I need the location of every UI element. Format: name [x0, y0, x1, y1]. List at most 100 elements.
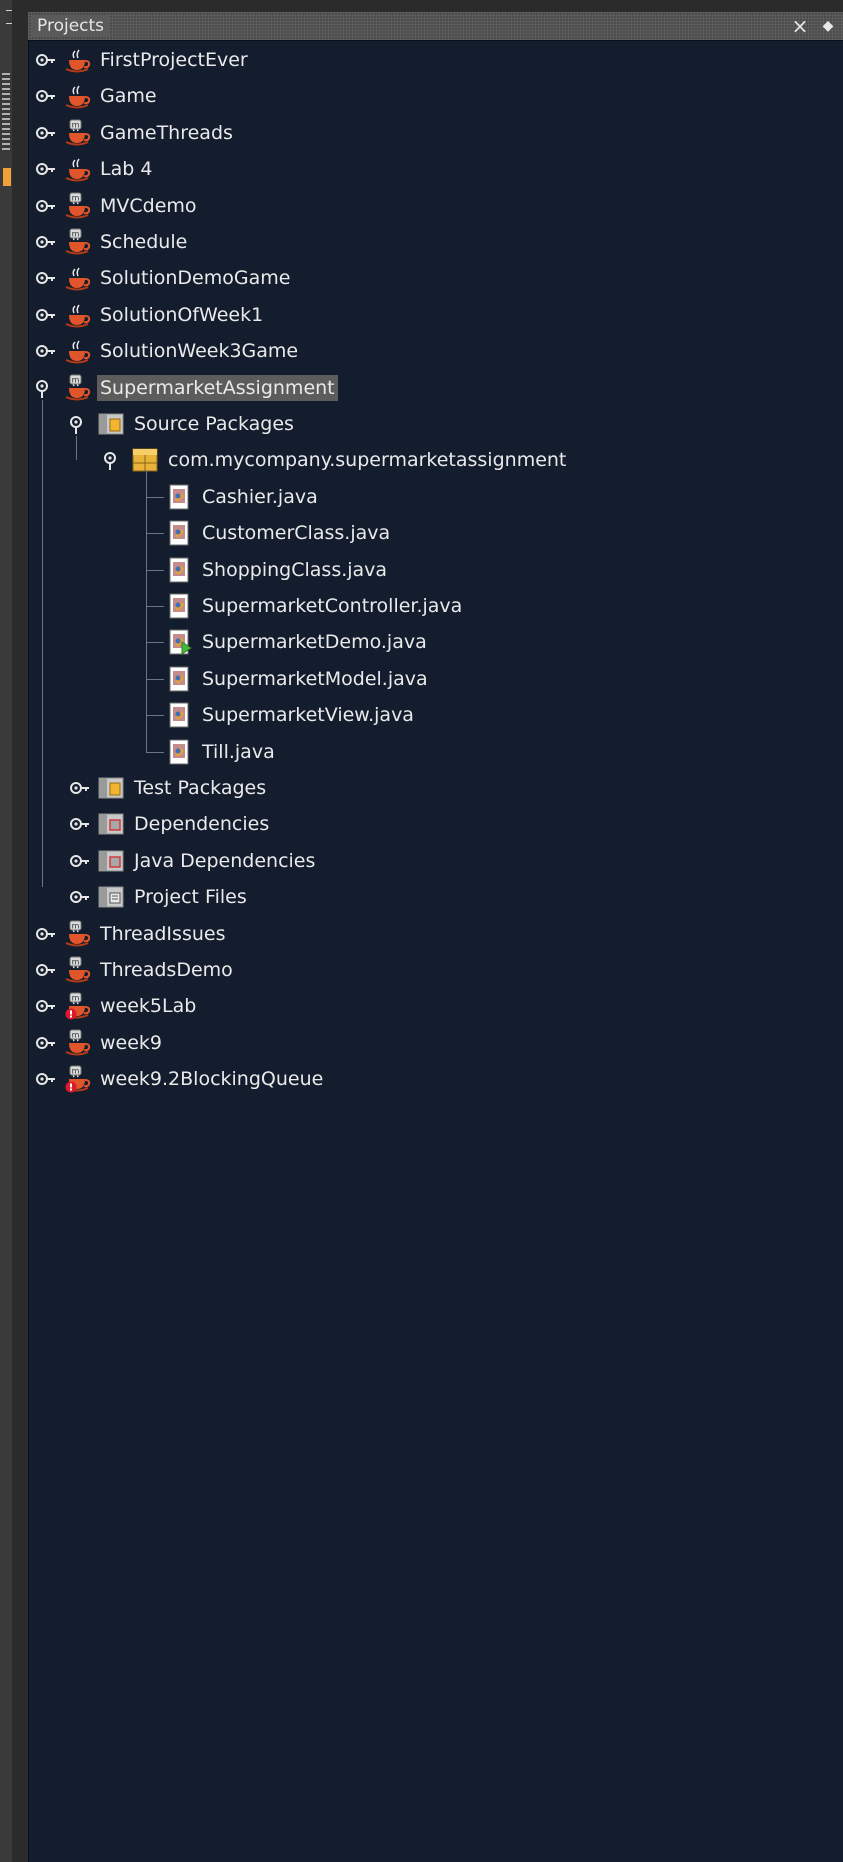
package-name: com.mycompany.supermarketassignment: [168, 449, 567, 472]
project-node[interactable]: m SupermarketAssignment: [28, 370, 843, 406]
project-name: Schedule: [100, 231, 188, 253]
java-file-icon: [165, 519, 193, 547]
project-subnode[interactable]: Java Dependencies: [28, 843, 843, 879]
collapse-node-icon[interactable]: [102, 450, 126, 471]
project-subnode[interactable]: Dependencies: [28, 806, 843, 842]
svg-text:m: m: [72, 921, 80, 930]
tree-guide-line: [146, 496, 164, 498]
node-label: Dependencies: [134, 813, 270, 836]
project-node[interactable]: m MVCdemo: [28, 188, 843, 224]
file-name: ShoppingClass.java: [202, 558, 388, 581]
java-project-icon: [63, 337, 91, 365]
tree-guide-line: [146, 569, 164, 571]
node-label: Source Packages: [134, 413, 294, 435]
svg-text:m: m: [72, 1067, 80, 1076]
expand-node-icon[interactable]: [34, 232, 58, 252]
tree-guide-line: [146, 606, 164, 607]
svg-text:m: m: [72, 375, 80, 384]
maven-project-icon: m: [63, 192, 91, 220]
minimized-sidebar[interactable]: [0, 0, 13, 1862]
collapse-node-icon[interactable]: [68, 414, 92, 434]
file-name: SupermarketDemo.java: [202, 631, 427, 654]
maven-project-icon: m: [63, 374, 91, 402]
sidebar-tab-services[interactable]: [3, 168, 11, 186]
expand-node-icon[interactable]: [34, 305, 58, 325]
expand-node-icon[interactable]: [68, 778, 92, 798]
project-node[interactable]: m week9.2BlockingQueue: [28, 1061, 843, 1097]
project-node[interactable]: m week9: [28, 1025, 843, 1061]
project-name: Lab 4: [100, 158, 153, 181]
file-name: SupermarketView.java: [202, 704, 414, 727]
project-node[interactable]: SolutionWeek3Game: [28, 333, 843, 369]
project-name: SupermarketAssignment: [97, 374, 338, 401]
tree-guide-line: [146, 642, 164, 644]
expand-node-icon[interactable]: [34, 268, 58, 288]
expand-node-icon[interactable]: [34, 86, 58, 106]
expand-node-icon[interactable]: [34, 960, 58, 980]
expand-node-icon[interactable]: [34, 196, 58, 216]
expand-node-icon[interactable]: [34, 341, 58, 361]
tree-guide-line: [146, 715, 164, 717]
expand-node-icon[interactable]: [34, 123, 58, 143]
panel-gap: [12, 0, 28, 1862]
java-project-icon: [63, 264, 91, 292]
project-node[interactable]: FirstProjectEver: [28, 42, 843, 78]
project-node[interactable]: Game: [28, 78, 843, 114]
node-label: Project Files: [134, 886, 247, 909]
java-main-class-icon: [165, 628, 193, 656]
file-name: CustomerClass.java: [202, 522, 391, 545]
node-label: Test Packages: [134, 777, 267, 799]
maven-project-icon: m: [63, 228, 91, 256]
project-name: ThreadIssues: [100, 922, 226, 945]
projects-tree[interactable]: FirstProjectEver Game m GameThreads Lab 4 m MV…: [28, 40, 843, 1862]
file-name: Cashier.java: [202, 485, 318, 508]
project-name: Game: [100, 85, 157, 108]
project-node[interactable]: SolutionDemoGame: [28, 260, 843, 296]
project-name: GameThreads: [100, 121, 233, 144]
project-subnode[interactable]: Test Packages: [28, 770, 843, 806]
java-file-icon: [165, 701, 193, 729]
project-name: MVCdemo: [100, 194, 197, 217]
tree-guide-line: [76, 436, 77, 461]
project-node[interactable]: m Schedule: [28, 224, 843, 260]
tree-guide-line: [146, 751, 164, 753]
sidebar-tab-files[interactable]: [2, 70, 10, 150]
node-label: Java Dependencies: [134, 849, 316, 872]
project-name: week9.2BlockingQueue: [100, 1068, 324, 1091]
expand-node-icon[interactable]: [68, 851, 92, 871]
package-node[interactable]: com.mycompany.supermarketassignment: [28, 442, 843, 478]
project-node[interactable]: m week5Lab: [28, 988, 843, 1024]
expand-node-icon[interactable]: [34, 159, 58, 179]
collapse-node-icon[interactable]: [34, 378, 58, 398]
close-icon[interactable]: ×: [789, 15, 811, 37]
svg-text:m: m: [72, 193, 80, 202]
panel-title[interactable]: Projects: [32, 15, 110, 37]
expand-node-icon[interactable]: [34, 1033, 58, 1053]
java-project-icon: [63, 301, 91, 329]
project-name: SolutionWeek3Game: [100, 340, 299, 363]
svg-text:m: m: [72, 994, 80, 1003]
maven-project-icon: m: [63, 1029, 91, 1057]
expand-node-icon[interactable]: [68, 887, 92, 907]
expand-node-icon[interactable]: [68, 814, 92, 834]
svg-text:m: m: [72, 958, 80, 967]
source-packages-node[interactable]: Source Packages: [28, 406, 843, 442]
expand-node-icon[interactable]: [34, 50, 58, 70]
minimize-window-icon[interactable]: ◆: [819, 15, 837, 37]
project-node[interactable]: SolutionOfWeek1: [28, 297, 843, 333]
java-file-icon: [165, 665, 193, 693]
package-icon: [131, 446, 159, 474]
expand-node-icon[interactable]: [34, 924, 58, 944]
maven-project-icon: m: [63, 956, 91, 984]
file-name: SupermarketController.java: [202, 595, 463, 617]
expand-node-icon[interactable]: [34, 1069, 58, 1089]
project-node[interactable]: m GameThreads: [28, 115, 843, 151]
expand-node-icon[interactable]: [34, 996, 58, 1016]
project-node[interactable]: m ThreadsDemo: [28, 952, 843, 988]
projects-panel-header[interactable]: Projects × ◆: [28, 12, 843, 41]
project-subnode[interactable]: Project Files: [28, 879, 843, 915]
maven-project-icon: m: [63, 119, 91, 147]
project-node[interactable]: Lab 4: [28, 151, 843, 187]
java-file-icon: [165, 592, 193, 620]
project-node[interactable]: m ThreadIssues: [28, 916, 843, 952]
